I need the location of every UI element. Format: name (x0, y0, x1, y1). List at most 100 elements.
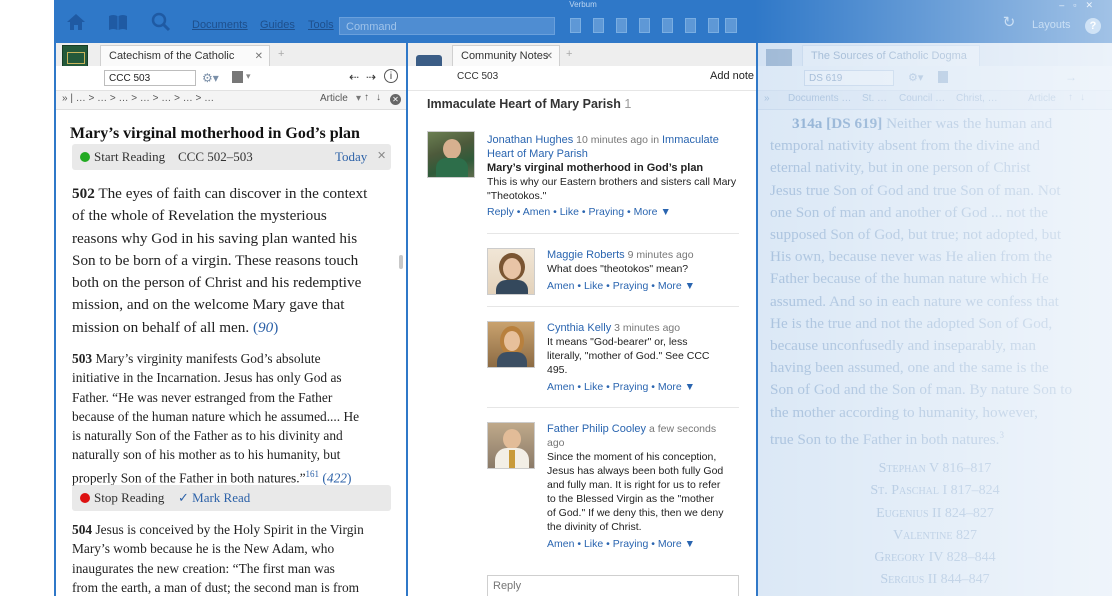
note-actions[interactable]: Reply • Amen • Like • Praying • More ▼ (487, 205, 742, 219)
note-author[interactable]: Jonathan Hughes (487, 134, 573, 146)
group-link[interactable]: Heart of Mary Parish (487, 148, 588, 160)
tools-menu[interactable]: Tools (308, 19, 334, 31)
avatar[interactable] (427, 131, 475, 178)
notes-content: Immaculate Heart of Mary Parish 1 Jonath… (408, 91, 756, 596)
toolbar-button[interactable] (570, 18, 581, 33)
guides-menu[interactable]: Guides (260, 19, 295, 31)
add-tab-icon[interactable]: + (278, 48, 284, 60)
paragraph-text: eternal nativity, but in one person of C… (770, 159, 1031, 177)
command-box[interactable]: Command (339, 17, 555, 35)
toolbar-button[interactable] (708, 18, 719, 33)
avatar[interactable] (487, 248, 535, 295)
home-icon[interactable] (64, 10, 88, 34)
note-text: of God." If we deny this, then we deny (547, 507, 724, 519)
tab-catechism[interactable]: Catechism of the Catholic Church ✕ (100, 45, 270, 83)
start-reading-button[interactable]: Start Reading (94, 149, 165, 165)
note-text: to the Blessed Virgin as the "mother (547, 493, 714, 505)
layouts-menu[interactable]: Layouts (1032, 19, 1071, 31)
paragraph-text: inaugurates the new creation: “The first… (72, 560, 335, 576)
breadcrumb-item[interactable]: Documents … (788, 93, 851, 104)
tab-sources[interactable]: The Sources of Catholic Dogma (802, 45, 980, 66)
mark-read-button[interactable]: ✓ Mark Read (178, 490, 250, 506)
forward-arrow-icon[interactable]: → (1065, 70, 1077, 84)
breadcrumb-item[interactable]: St. … (862, 93, 887, 104)
scrollbar-thumb[interactable] (399, 255, 403, 269)
reading-progress-bar: Stop Reading ✓ Mark Read (72, 485, 391, 511)
view-selector[interactable]: Article (1028, 93, 1056, 104)
pane-splitter[interactable] (406, 43, 408, 596)
reference-input[interactable] (104, 70, 196, 86)
panel-menu-icon[interactable] (232, 71, 243, 83)
next-article-icon[interactable]: ↓ (1080, 92, 1085, 103)
toolbar-button[interactable] (616, 18, 627, 33)
breadcrumb-item[interactable]: Council … (899, 93, 945, 104)
group-name-text[interactable]: Immaculate Heart of Mary Parish (427, 97, 621, 111)
breadcrumb-path[interactable]: » | … > … > … > … > … > … > … (62, 93, 214, 104)
reply-input[interactable] (487, 575, 739, 596)
note-author[interactable]: Maggie Roberts (547, 249, 625, 261)
library-icon[interactable] (106, 10, 130, 34)
paragraph-text: properly Son of the Father in both natur… (72, 470, 306, 486)
toolbar-button[interactable] (685, 18, 696, 33)
paragraph-text: because of the human nature which he ass… (72, 408, 360, 424)
toolbar-button[interactable] (639, 18, 650, 33)
prev-article-icon[interactable]: ↑ (1068, 92, 1073, 103)
note-author[interactable]: Father Philip Cooley (547, 423, 646, 435)
note-author[interactable]: Cynthia Kelly (547, 322, 611, 334)
toolbar-button[interactable] (593, 18, 604, 33)
view-chevron-icon[interactable]: ▾ (356, 93, 361, 104)
footnote-link[interactable]: 161 (306, 469, 320, 479)
note-text: 495. (547, 364, 568, 376)
close-panels-button[interactable] (725, 18, 737, 33)
info-icon[interactable]: i (384, 69, 398, 83)
tab-community-notes[interactable]: Community Notes ✕ (452, 45, 560, 66)
close-reading-icon[interactable]: ✕ (377, 149, 386, 162)
forward-arrow-icon[interactable]: ⇢ (366, 70, 376, 84)
prev-article-icon[interactable]: ↑ (364, 92, 369, 103)
sync-icon[interactable]: ↻ (999, 10, 1019, 34)
note-text: What does "theotokos" mean? (547, 263, 689, 275)
article-heading: Mary’s virginal motherhood in God’s plan (70, 125, 360, 142)
cross-reference-link[interactable]: 90 (258, 319, 273, 336)
next-article-icon[interactable]: ↓ (376, 92, 381, 103)
reference-input[interactable] (804, 70, 894, 86)
documents-menu[interactable]: Documents (192, 19, 248, 31)
close-search-icon[interactable]: ✕ (390, 94, 401, 105)
group-link[interactable]: Immaculate (662, 134, 719, 146)
avatar[interactable] (487, 422, 535, 469)
add-tab-icon[interactable]: + (566, 48, 572, 60)
paragraph-text: Father because of the human nature which… (770, 270, 1049, 288)
toolbar-button[interactable] (662, 18, 673, 33)
add-note-button[interactable]: Add note (710, 70, 754, 82)
paragraph-text: Jesus true Son of God and true Son of ma… (770, 181, 1061, 199)
paragraph-text: Jesus is conceived by the Holy Spirit in… (95, 522, 364, 537)
panel-menu-chevron: ▾ (246, 71, 251, 81)
help-icon[interactable]: ? (1085, 18, 1101, 34)
right-tab-bar: The Sources of Catholic Dogma (758, 43, 1112, 81)
back-arrow-icon[interactable]: ⇠ (349, 70, 359, 84)
pope-entry: Sergius II 844–847 (880, 572, 990, 588)
panel-menu-icon[interactable] (938, 71, 948, 83)
today-link[interactable]: Today (335, 149, 367, 165)
note-actions[interactable]: Amen • Like • Praying • More ▼ (547, 279, 742, 293)
stop-reading-button[interactable]: Stop Reading (94, 490, 164, 506)
parallel-resources-icon[interactable]: ⚙▾ (202, 71, 219, 85)
view-selector[interactable]: Article (320, 93, 348, 104)
cross-reference-link[interactable]: 422 (327, 470, 347, 485)
pane-splitter[interactable] (756, 43, 758, 596)
note-actions[interactable]: Amen • Like • Praying • More ▼ (547, 380, 742, 394)
close-tab-icon[interactable]: ✕ (545, 46, 553, 67)
note-text: This is why our Eastern brothers and sis… (487, 176, 737, 188)
close-tab-icon[interactable]: ✕ (255, 46, 263, 67)
paragraph-503: 503 Mary’s virginity manifests God’s abs… (72, 351, 360, 486)
paragraph-text: of the whole of Revelation the mysteriou… (72, 207, 327, 225)
paragraph-text: initiative in the Incarnation. Jesus has… (72, 370, 342, 386)
paragraph-text: both on the person of Christ and his red… (72, 274, 362, 292)
parallel-resources-icon[interactable]: ⚙▾ (908, 71, 923, 84)
breadcrumb-item[interactable]: Christ, … (956, 93, 998, 104)
note-actions[interactable]: Amen • Like • Praying • More ▼ (547, 537, 742, 551)
avatar[interactable] (487, 321, 535, 368)
paragraph-text: Mary’s womb because he is the New Adam, … (72, 541, 335, 557)
search-icon[interactable] (149, 10, 173, 34)
footnote-link[interactable]: 3 (999, 430, 1004, 440)
